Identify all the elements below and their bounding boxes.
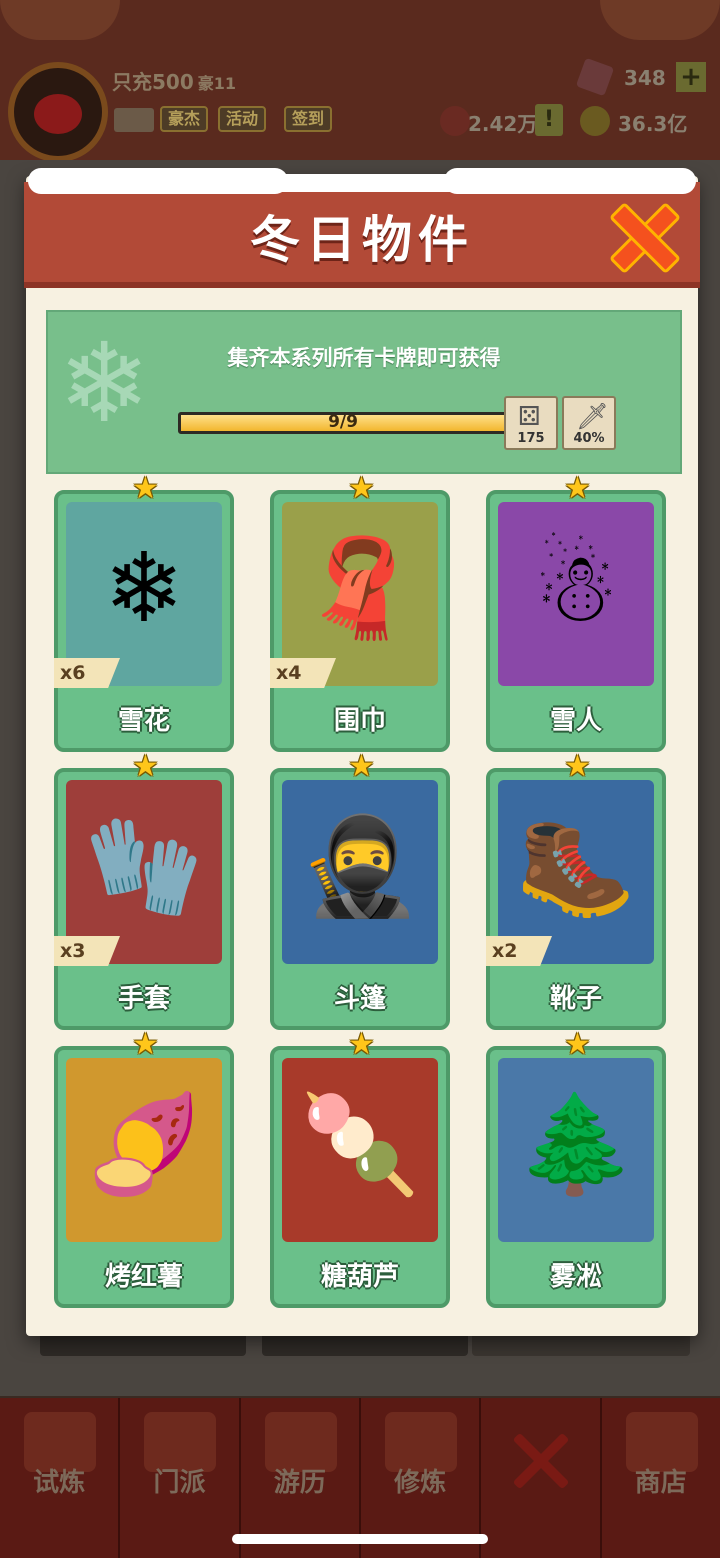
banner-text: 集齐本系列所有卡牌即可获得 (227, 346, 501, 370)
coin-count: 36.3亿 (618, 112, 688, 136)
rime-tree-icon: 🌲 (516, 1088, 636, 1200)
sword-icon: 🗡 (576, 402, 610, 432)
alert-button[interactable]: ! (535, 104, 563, 136)
winter-items-modal: 冬日物件 ❄ 集齐本系列所有卡牌即可获得 9/9 ⚄ 175 🗡 40% ❄ ★ x… (24, 168, 700, 1336)
nav-sect[interactable]: 门派 (120, 1398, 241, 1558)
nav-trial[interactable]: 试炼 (0, 1398, 121, 1558)
card-name: 靴子 (549, 984, 602, 1014)
card-item[interactable]: 🧣 ★ x4 围巾 (270, 474, 450, 752)
add-gems-button[interactable]: + (676, 62, 706, 92)
card-item[interactable]: 🍡 ★ 糖葫芦 (270, 1030, 450, 1308)
sweet-potato-icon: 🍠 (84, 1088, 204, 1200)
snowman-icon: ☃ (532, 532, 620, 644)
card-name: 斗篷 (333, 984, 386, 1014)
card-art: ☃ (498, 502, 654, 686)
collection-progress-bar: 9/9 (178, 412, 508, 434)
card-item[interactable]: ❄ ★ x6 雪花 (54, 474, 234, 752)
tag-activity[interactable]: 活动 (218, 106, 267, 132)
boots-icon: 🥾 (516, 810, 636, 922)
tanghulu-icon: 🍡 (300, 1088, 420, 1200)
tag-sign-in[interactable]: 签到 (284, 106, 333, 132)
card-name: 雪花 (117, 706, 170, 736)
star-icon: ★ (132, 1027, 159, 1062)
reward-dice[interactable]: ⚄ 175 (504, 396, 558, 450)
nav-close-icon[interactable] (512, 1432, 568, 1488)
reward-value: 40% (573, 431, 605, 446)
reward-sword[interactable]: 🗡 40% (562, 396, 616, 450)
close-icon[interactable] (608, 202, 674, 268)
card-item[interactable]: 🧤 ★ x3 手套 (54, 752, 234, 1030)
mail-icon[interactable] (114, 108, 154, 132)
card-art: 🍠 (66, 1058, 222, 1242)
home-indicator[interactable] (232, 1534, 488, 1544)
player-avatar[interactable] (8, 62, 108, 162)
star-icon: ★ (564, 749, 591, 784)
card-art: 🌲 (498, 1058, 654, 1242)
card-name: 雪人 (549, 706, 602, 736)
card-art: 🍡 (282, 1058, 438, 1242)
modal-header: 冬日物件 (24, 168, 700, 288)
card-art: 🥷 (282, 780, 438, 964)
card-item[interactable]: ☃ ★ 雪人 (486, 474, 666, 752)
nav-label: 试炼 (33, 1468, 86, 1498)
snowflake-icon: ❄ (103, 532, 185, 644)
power-icon (440, 106, 470, 136)
snow-decoration (444, 168, 696, 194)
tag-haojie[interactable]: 豪杰 (160, 106, 209, 132)
card-item[interactable]: 🥾 ★ x2 靴子 (486, 752, 666, 1030)
snow-decoration (264, 174, 464, 192)
cloud-decoration (0, 0, 120, 40)
collection-banner: ❄ 集齐本系列所有卡牌即可获得 9/9 ⚄ 175 🗡 40% (46, 310, 682, 474)
scarf-icon: 🧣 (300, 532, 420, 644)
cloud-decoration (600, 0, 720, 40)
star-icon: ★ (348, 1027, 375, 1062)
star-icon: ★ (348, 749, 375, 784)
reward-value: 175 (517, 431, 545, 446)
background-panel-strip (40, 1330, 690, 1390)
nav-label: 游历 (273, 1468, 326, 1498)
cloak-icon: 🥷 (300, 810, 420, 922)
dice-icon: ⚄ (518, 402, 541, 432)
card-item[interactable]: 🍠 ★ 烤红薯 (54, 1030, 234, 1308)
gem-count: 348 (624, 66, 666, 90)
star-icon: ★ (564, 1027, 591, 1062)
card-name: 雾凇 (549, 1262, 602, 1292)
top-bar (0, 0, 720, 160)
card-name: 烤红薯 (104, 1262, 183, 1292)
star-icon: ★ (132, 749, 159, 784)
player-name: 只充500 豪11 (112, 66, 236, 95)
card-name: 糖葫芦 (320, 1262, 399, 1292)
modal-title: 冬日物件 (250, 211, 474, 269)
nav-label: 修炼 (394, 1468, 447, 1498)
nav-label: 门派 (153, 1468, 206, 1498)
vip-level: 豪11 (197, 74, 237, 93)
card-name: 手套 (117, 984, 170, 1014)
card-name: 围巾 (333, 706, 386, 736)
star-icon: ★ (132, 471, 159, 506)
avatar-face (34, 94, 82, 134)
coin-icon (580, 106, 610, 136)
progress-text: 9/9 (328, 412, 358, 432)
star-icon: ★ (348, 471, 375, 506)
card-item[interactable]: 🥷 ★ 斗篷 (270, 752, 450, 1030)
card-item[interactable]: 🌲 ★ 雾凇 (486, 1030, 666, 1308)
nav-label: 商店 (634, 1468, 687, 1498)
gloves-icon: 🧤 (84, 810, 204, 922)
nav-shop[interactable]: 商店 (602, 1398, 720, 1558)
player-name-text: 只充500 (112, 70, 194, 94)
snow-decoration (28, 168, 288, 194)
power-value: 2.42万 (468, 112, 538, 136)
star-icon: ★ (564, 471, 591, 506)
